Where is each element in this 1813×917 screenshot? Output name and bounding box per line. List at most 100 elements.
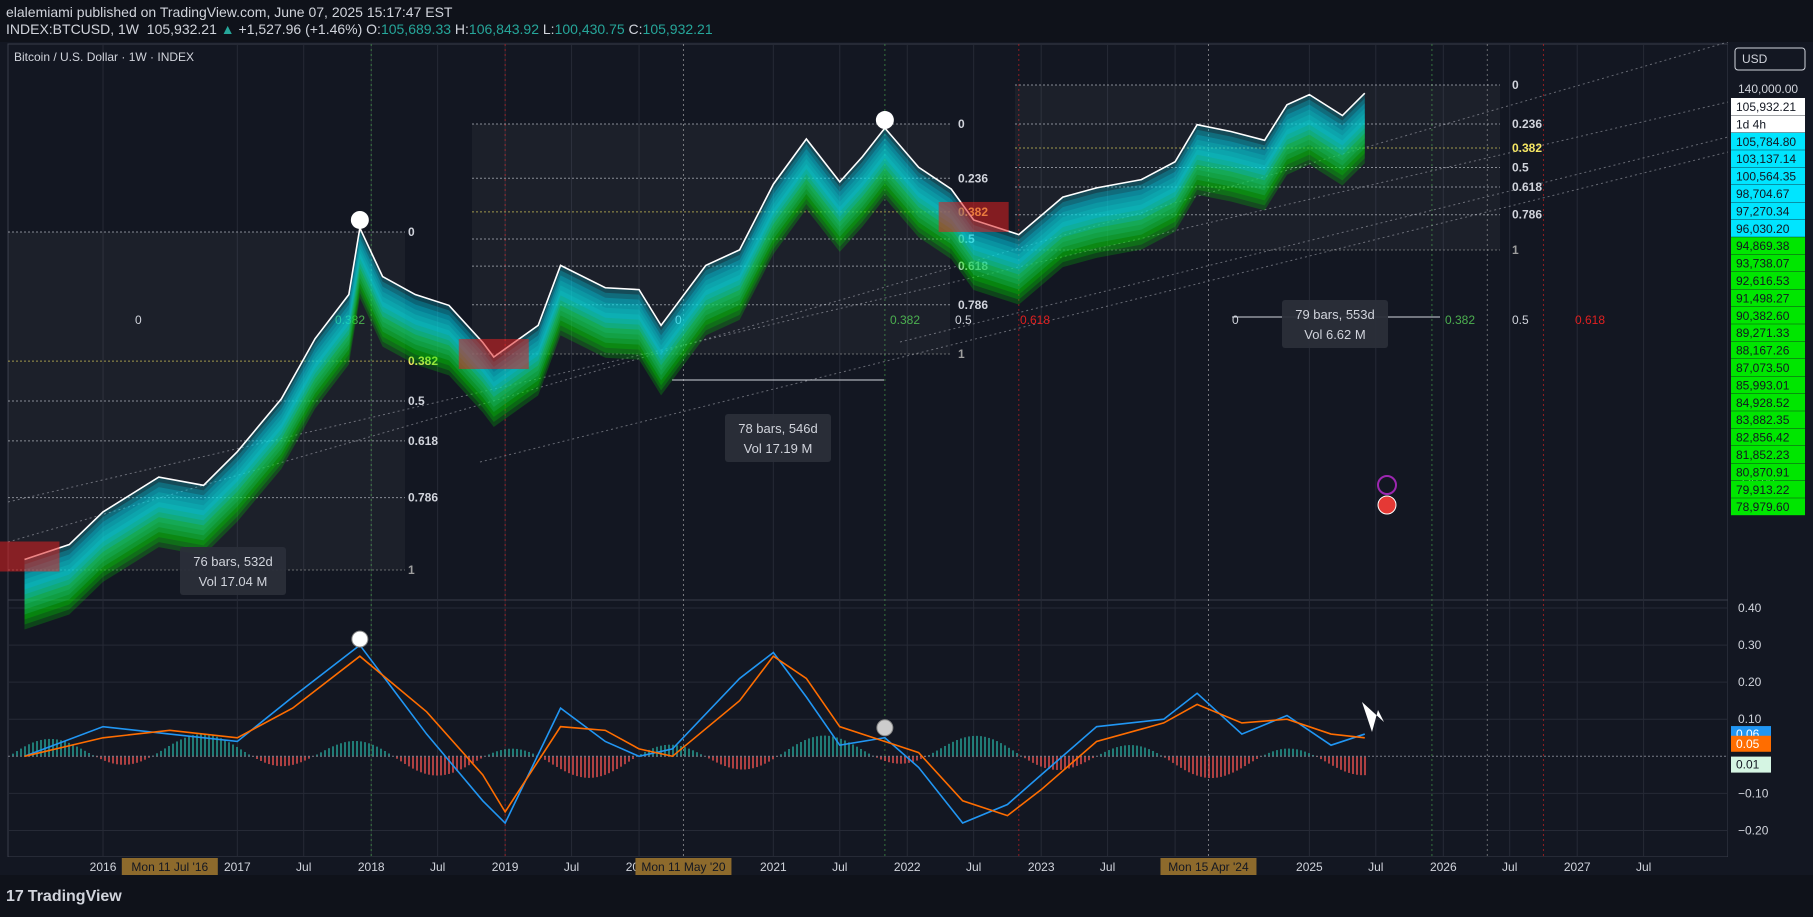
fib-level-label: 0 [958,117,965,131]
histogram-bar [884,756,886,762]
histogram-bar [268,756,270,765]
histogram-bar [1352,756,1354,775]
histogram-bar [504,749,506,757]
histogram-bar [360,741,362,757]
histogram-bar [1324,756,1326,762]
osc-axis-tick: −0.10 [1738,786,1769,800]
time-axis-tick: Jul [564,860,579,874]
histogram-bar [188,736,190,757]
chart-header: elalemiami published on TradingView.com,… [0,0,1813,42]
histogram-bar [944,745,946,757]
histogram-bar [684,747,686,757]
histogram-bar [1236,756,1238,771]
histogram-bar [180,739,182,757]
histogram-bar [788,749,790,757]
fib-level-label: 1 [408,563,415,577]
low-value: 100,430.75 [554,21,625,37]
histogram-bar [16,751,18,757]
fib-level-label: 0.786 [408,491,438,505]
histogram-bar [220,738,222,757]
histogram-bar [1276,750,1278,757]
price-level-label: 105,784.80 [1736,135,1796,149]
price-level-label: 105,932.21 [1736,100,1796,114]
histogram-bar [792,746,794,757]
histogram-bar [628,756,630,762]
fib-row-label: 0.618 [1020,313,1050,327]
histogram-bar [424,756,426,774]
histogram-bar [832,736,834,757]
symbol-label[interactable]: INDEX:BTCUSD, 1W [6,21,139,37]
histogram-bar [432,756,434,776]
histogram-bar [768,756,770,762]
histogram-bar [564,756,566,772]
histogram-bar [1356,756,1358,775]
histogram-bar [1328,756,1330,764]
price-level-label: 97,270.34 [1736,204,1790,218]
bearish-zone [458,338,529,369]
fib-row-label: 0 [1232,313,1239,327]
histogram-bar [500,750,502,757]
measure-box: 76 bars, 532d Vol 17.04 M [180,547,286,595]
histogram-bar [976,735,978,757]
histogram-bar [1136,745,1138,757]
price-level-label: 96,030.20 [1736,222,1790,236]
histogram-bar [76,746,78,757]
price-level-label: 84,928.52 [1736,396,1790,410]
histogram-bar [528,751,530,757]
time-axis-tick: 2019 [492,860,519,874]
histogram-bar [224,740,226,757]
time-axis-tick: 2026 [1430,860,1457,874]
histogram-bar [380,748,382,757]
high-value: 106,843.92 [468,21,539,37]
close-label: C: [628,21,643,37]
price-axis-tick: 140,000.00 [1738,82,1798,96]
histogram-bar [560,756,562,770]
price-level-label: 1d 4h [1736,117,1766,131]
histogram-bar [508,748,510,757]
histogram-bar [260,756,262,761]
histogram-bar [904,756,906,764]
fib-level-label: 0 [1512,78,1519,92]
histogram-bar [120,756,122,765]
histogram-bar [844,740,846,757]
histogram-bar [1004,745,1006,757]
time-axis-tick: 2021 [760,860,787,874]
histogram-bar [476,756,478,761]
osc-axis-tick: −0.20 [1738,823,1769,837]
histogram-bar [1080,756,1082,765]
histogram-bar [612,756,614,772]
open-label: O: [366,21,381,37]
histogram-bar [816,736,818,757]
histogram-bar [916,756,918,761]
histogram-bar [896,756,898,764]
histogram-bar [784,751,786,757]
histogram-bar [1196,756,1198,776]
fib-row-label: 0.5 [1512,313,1529,327]
histogram-bar [1304,751,1306,757]
histogram-bar [416,756,418,771]
histogram-bar [176,741,178,757]
pivot-marker [875,111,894,130]
osc-axis-tick: 0.20 [1738,675,1762,689]
histogram-bar [108,756,110,763]
price-change: +1,527.96 (+1.46%) [238,21,363,37]
tradingview-logo[interactable]: 17 TradingView [6,888,122,906]
histogram-bar [336,744,338,757]
fib-level-label: 0.236 [1512,117,1542,131]
measure-vol-text: Vol 6.62 M [1304,327,1365,342]
histogram-bar [728,756,730,768]
chart-canvas[interactable]: 0 0.382 0.5 0.618 0.786 1 0 0.236 0.382 0.5 0.618 0… [0,42,1813,875]
histogram-bar [1172,756,1174,763]
histogram-bar [124,756,126,765]
histogram-bar [384,751,386,757]
histogram-bar [936,750,938,757]
fib-row-label: 0 [135,313,142,327]
time-axis-tick: 2027 [1564,860,1591,874]
histogram-bar [1340,756,1342,770]
histogram-bar [724,756,726,767]
time-axis-tick: Jul [832,860,847,874]
histogram-bar [132,756,134,764]
osc-axis-tick: 0.40 [1738,601,1762,615]
histogram-bar [1036,756,1038,765]
histogram-bar [344,742,346,757]
